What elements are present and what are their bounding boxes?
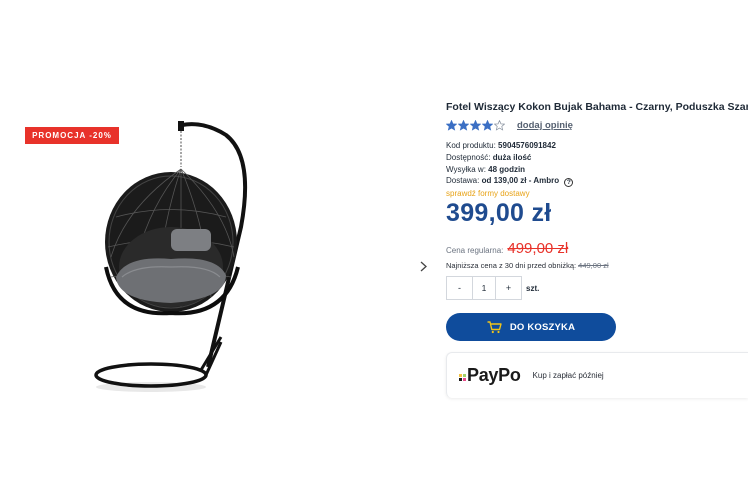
delivery-label: Dostawa: <box>446 176 480 186</box>
product-details: Fotel Wiszący Kokon Bujak Bahama - Czarn… <box>446 0 748 494</box>
quantity-selector: - + szt. <box>446 276 539 300</box>
star-rating[interactable] <box>446 120 505 131</box>
availability-row: Dostępność: duża ilość <box>446 152 573 164</box>
product-code-value: 5904576091842 <box>498 141 556 150</box>
lowest-price-label: Najniższa cena z 30 dni przed obniżką: <box>446 261 577 270</box>
availability-value: duża ilość <box>492 152 532 162</box>
star-empty-icon <box>494 120 505 131</box>
add-to-cart-label: DO KOSZYKA <box>509 321 576 333</box>
product-code-row: Kod produktu: 5904576091842 <box>446 140 573 152</box>
quantity-stepper: - + <box>446 276 522 300</box>
rating-row: dodaj opinię <box>446 120 573 131</box>
help-icon[interactable]: ? <box>564 178 574 188</box>
hanging-chair-image[interactable] <box>86 117 266 397</box>
next-image-button[interactable] <box>416 258 430 274</box>
lowest-price-value: 449,00 zł <box>578 261 609 270</box>
star-filled-icon <box>470 120 481 131</box>
paypo-slogan: Kup i zapłać później <box>532 371 604 380</box>
delivery-row: Dostawa: od 139,00 zł - Ambro ? <box>446 175 574 188</box>
chevron-right-icon <box>420 261 427 271</box>
star-filled-icon <box>482 120 493 131</box>
regular-price-row: Cena regularna: 499,00 zł <box>446 240 568 257</box>
shipping-time-label: Wysyłka w: <box>446 164 486 174</box>
product-title: Fotel Wiszący Kokon Bujak Bahama - Czarn… <box>446 101 748 113</box>
star-filled-icon <box>458 120 469 131</box>
paypo-squares-icon <box>459 373 466 381</box>
paypo-logo-text: PayPo <box>467 365 521 385</box>
add-to-cart-button[interactable]: DO KOSZYKA <box>446 313 616 341</box>
decrease-quantity-button[interactable]: - <box>447 277 472 299</box>
quantity-unit: szt. <box>526 283 540 293</box>
shipping-time-value: 48 godzin <box>488 164 526 174</box>
product-specs: Kod produktu: 5904576091842 Dostępność: … <box>446 140 574 200</box>
star-filled-icon <box>446 120 457 131</box>
shipping-time-row: Wysyłka w: 48 godzin <box>446 164 573 176</box>
paypo-logo: PayPo <box>459 365 521 386</box>
regular-price-label: Cena regularna: <box>446 246 504 255</box>
cart-icon <box>487 320 502 333</box>
availability-label: Dostępność: <box>446 152 491 162</box>
paypo-banner[interactable]: PayPo Kup i zapłać później <box>446 352 748 398</box>
product-code-label: Kod produktu: <box>446 141 496 150</box>
lowest-price-row: Najniższa cena z 30 dni przed obniżką: 4… <box>446 261 609 270</box>
product-gallery: PROMOCJA -20% <box>0 0 440 494</box>
current-price: 399,00 zł <box>446 199 552 227</box>
quantity-input[interactable] <box>472 277 496 299</box>
delivery-value: od 139,00 zł - Ambro <box>481 176 560 186</box>
add-review-link[interactable]: dodaj opinię <box>517 120 573 131</box>
regular-price-value: 499,00 zł <box>507 240 569 257</box>
increase-quantity-button[interactable]: + <box>496 277 521 299</box>
